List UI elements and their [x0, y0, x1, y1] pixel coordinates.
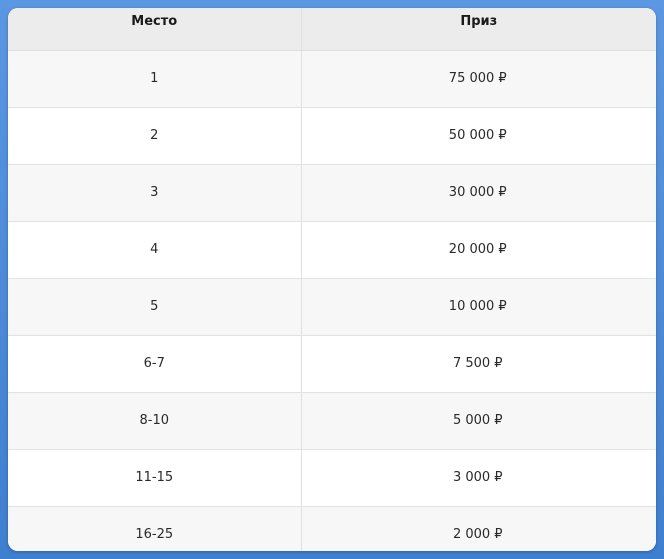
prize-cell: 75 000 ₽: [301, 50, 656, 108]
table-row: 6-7 7 500 ₽: [8, 335, 656, 393]
table-row: 5 10 000 ₽: [8, 278, 656, 336]
table-row: 2 50 000 ₽: [8, 107, 656, 165]
prize-cell: 3 000 ₽: [301, 449, 656, 507]
prize-cell: 50 000 ₽: [301, 107, 656, 165]
place-cell: 5: [8, 278, 302, 336]
column-header-place: Место: [8, 8, 302, 51]
place-cell: 1: [8, 50, 302, 108]
prize-cell: 30 000 ₽: [301, 164, 656, 222]
place-cell: 3: [8, 164, 302, 222]
prize-table-card: Место Приз 1 75 000 ₽ 2 50 000 ₽ 3 30 00…: [8, 8, 656, 551]
prize-table: Место Приз 1 75 000 ₽ 2 50 000 ₽ 3 30 00…: [8, 8, 656, 551]
place-cell: 4: [8, 221, 302, 279]
place-cell: 11-15: [8, 449, 302, 507]
table-row: 16-25 2 000 ₽: [8, 506, 656, 551]
prize-cell: 20 000 ₽: [301, 221, 656, 279]
prize-cell: 10 000 ₽: [301, 278, 656, 336]
place-cell: 16-25: [8, 506, 302, 551]
table-row: 8-10 5 000 ₽: [8, 392, 656, 450]
place-cell: 8-10: [8, 392, 302, 450]
table-row: 1 75 000 ₽: [8, 50, 656, 108]
prize-cell: 2 000 ₽: [301, 506, 656, 551]
table-row: 4 20 000 ₽: [8, 221, 656, 279]
table-row: 3 30 000 ₽: [8, 164, 656, 222]
prize-cell: 5 000 ₽: [301, 392, 656, 450]
place-cell: 6-7: [8, 335, 302, 393]
place-cell: 2: [8, 107, 302, 165]
prize-cell: 7 500 ₽: [301, 335, 656, 393]
table-row: 11-15 3 000 ₽: [8, 449, 656, 507]
column-header-prize: Приз: [301, 8, 656, 51]
table-header-row: Место Приз: [8, 8, 656, 51]
